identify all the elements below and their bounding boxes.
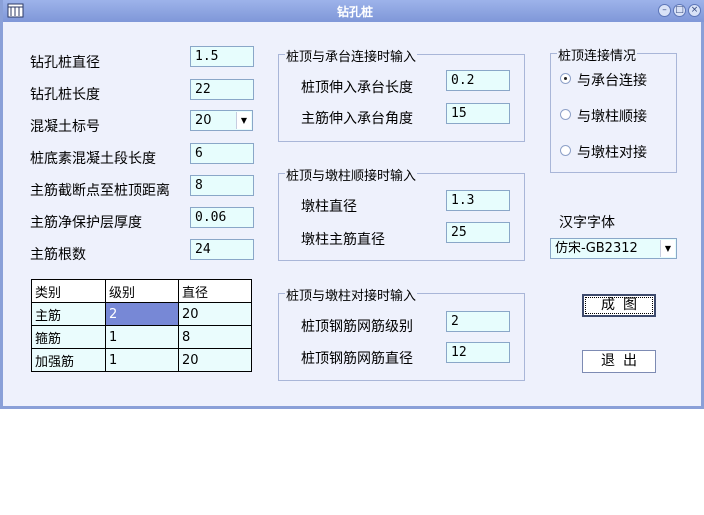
maximize-icon[interactable]: □ xyxy=(673,4,686,17)
cut-point-distance-input[interactable]: 8 xyxy=(190,175,254,196)
mesh-grade-input[interactable]: 2 xyxy=(446,311,510,332)
rebar-grid[interactable]: 类别 级别 直径 主筋 2 20 箍筋 1 8 加强筋 1 20 xyxy=(31,279,252,372)
bottom-plain-concrete-label: 桩底素混凝土段长度 xyxy=(30,151,156,167)
font-select[interactable]: 仿宋-GB2312 ▼ xyxy=(550,238,677,259)
chevron-down-icon[interactable]: ▼ xyxy=(236,112,251,129)
mesh-diameter-label: 桩顶钢筋网筋直径 xyxy=(301,351,413,367)
cap-rebar-angle-label: 主筋伸入承台角度 xyxy=(301,111,413,127)
pile-length-label: 钻孔桩长度 xyxy=(30,87,100,103)
radio-pier-sequential-label[interactable]: 与墩柱顺接 xyxy=(577,106,647,126)
cut-point-distance-label: 主筋截断点至桩顶距离 xyxy=(30,183,170,199)
grid-cell[interactable]: 1 xyxy=(105,348,179,372)
pier-sequential-title: 桩顶与墩柱顺接时输入 xyxy=(285,165,418,184)
radio-cap-connect[interactable] xyxy=(560,73,571,84)
pier-diameter-label: 墩柱直径 xyxy=(301,199,357,215)
bottom-plain-concrete-input[interactable]: 6 xyxy=(190,143,254,164)
grid-cell[interactable]: 1 xyxy=(105,325,179,349)
radio-pier-butt[interactable] xyxy=(560,145,571,156)
grid-cell[interactable]: 加强筋 xyxy=(31,348,106,372)
cap-rebar-angle-input[interactable]: 15 xyxy=(446,103,510,124)
table-row: 主筋 2 20 xyxy=(31,302,252,326)
exit-button[interactable]: 退出 xyxy=(582,350,656,373)
grid-cell[interactable]: 主筋 xyxy=(31,302,106,326)
table-row: 箍筋 1 8 xyxy=(31,325,252,349)
main-window: 钻孔桩 – □ × 钻孔桩直径 1.5 钻孔桩长度 22 混凝土标号 20 ▼ … xyxy=(0,0,704,409)
radio-cap-connect-label[interactable]: 与承台连接 xyxy=(577,70,647,90)
cap-connection-title: 桩顶与承台连接时输入 xyxy=(285,46,418,65)
table-row: 加强筋 1 20 xyxy=(31,348,252,372)
cover-thickness-label: 主筋净保护层厚度 xyxy=(30,215,142,231)
grid-cell[interactable]: 8 xyxy=(178,325,252,349)
rebar-count-input[interactable]: 24 xyxy=(190,239,254,260)
radio-pier-butt-label[interactable]: 与墩柱对接 xyxy=(577,142,647,162)
pier-butt-title: 桩顶与墩柱对接时输入 xyxy=(285,285,418,304)
radio-pier-sequential[interactable] xyxy=(560,109,571,120)
pile-diameter-input[interactable]: 1.5 xyxy=(190,46,254,67)
grid-cell[interactable]: 20 xyxy=(178,302,252,326)
title-bar[interactable]: 钻孔桩 – □ × xyxy=(3,0,704,22)
cover-thickness-input[interactable]: 0.06 xyxy=(190,207,254,228)
grid-cell[interactable]: 箍筋 xyxy=(31,325,106,349)
grid-header-diameter: 直径 xyxy=(178,279,252,303)
concrete-grade-label: 混凝土标号 xyxy=(30,119,100,135)
rebar-count-label: 主筋根数 xyxy=(30,247,86,263)
grid-header-category: 类别 xyxy=(31,279,106,303)
cap-embed-length-label: 桩顶伸入承台长度 xyxy=(301,80,413,96)
grid-cell[interactable]: 20 xyxy=(178,348,252,372)
cap-connection-group: 桩顶与承台连接时输入 xyxy=(278,46,525,142)
mesh-grade-label: 桩顶钢筋网筋级别 xyxy=(301,319,413,335)
chevron-down-icon[interactable]: ▼ xyxy=(660,240,675,257)
draw-button[interactable]: 成图 xyxy=(582,294,656,317)
minimize-icon[interactable]: – xyxy=(658,4,671,17)
window-title: 钻孔桩 xyxy=(336,5,373,19)
font-label: 汉字字体 xyxy=(559,215,615,231)
cap-embed-length-input[interactable]: 0.2 xyxy=(446,70,510,91)
pile-diameter-label: 钻孔桩直径 xyxy=(30,55,100,71)
font-select-value: 仿宋-GB2312 xyxy=(555,241,638,256)
concrete-grade-value: 20 xyxy=(195,113,212,128)
grid-header-grade: 级别 xyxy=(105,279,179,303)
concrete-grade-select[interactable]: 20 ▼ xyxy=(190,110,253,131)
grid-cell[interactable]: 2 xyxy=(105,302,179,326)
pier-diameter-input[interactable]: 1.3 xyxy=(446,190,510,211)
pile-length-input[interactable]: 22 xyxy=(190,79,254,100)
close-icon[interactable]: × xyxy=(688,4,701,17)
pier-rebar-diameter-label: 墩柱主筋直径 xyxy=(301,232,385,248)
mesh-diameter-input[interactable]: 12 xyxy=(446,342,510,363)
pier-rebar-diameter-input[interactable]: 25 xyxy=(446,222,510,243)
connection-title: 桩顶连接情况 xyxy=(557,45,638,64)
